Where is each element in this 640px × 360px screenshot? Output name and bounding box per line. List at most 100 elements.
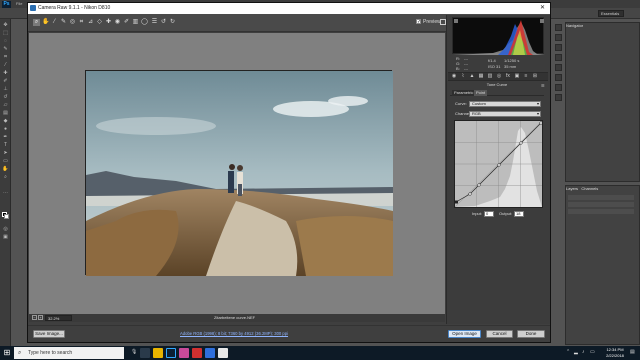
quick-select-tool-icon[interactable]: ✎ — [2, 46, 9, 52]
save-image-button[interactable]: Save Image... — [33, 330, 65, 338]
crop-tool-icon[interactable]: ⌗ — [78, 19, 85, 26]
browser-taskbar-icon[interactable] — [205, 348, 215, 358]
hand-tool-icon[interactable]: ✋ — [42, 19, 49, 26]
red-eye-tool-icon[interactable]: ◉ — [114, 19, 121, 26]
lasso-tool-icon[interactable]: ◌ — [2, 38, 9, 44]
cancel-button[interactable]: Cancel — [486, 330, 513, 338]
swatches-panel-icon[interactable] — [555, 54, 562, 61]
spot-removal-tool-icon[interactable]: ✚ — [105, 19, 112, 26]
preferences-icon[interactable]: ☰ — [151, 19, 158, 26]
zoom-level-select[interactable]: 32.2% — [45, 315, 72, 321]
pen-tool-icon[interactable]: ✒ — [2, 134, 9, 140]
background-color-swatch[interactable] — [4, 214, 9, 219]
camera-calibration-panel-icon[interactable]: ▣ — [514, 73, 520, 79]
basic-panel-icon[interactable]: ◉ — [451, 73, 457, 79]
hsl-panel-icon[interactable]: ▦ — [478, 73, 484, 79]
volume-icon[interactable]: ♪ — [582, 349, 585, 356]
crop-tool-icon[interactable]: ⌗ — [2, 54, 9, 60]
microphone-icon[interactable]: 🎙 — [131, 349, 137, 356]
layers-lock-row[interactable] — [568, 209, 634, 214]
task-view-icon[interactable] — [140, 348, 150, 358]
chrome-taskbar-icon[interactable] — [218, 348, 228, 358]
taskbar-search-input[interactable]: Type here to search — [14, 347, 124, 359]
panel-menu-icon[interactable]: ☰ — [541, 83, 545, 88]
adjustment-brush-tool-icon[interactable]: ✐ — [123, 19, 130, 26]
quick-mask-icon[interactable]: ◎ — [2, 226, 9, 232]
history-brush-tool-icon[interactable]: ↺ — [2, 94, 9, 100]
hand-tool-icon[interactable]: ✋ — [2, 166, 9, 172]
split-toning-panel-icon[interactable]: ▥ — [487, 73, 493, 79]
type-tool-icon[interactable]: T — [2, 142, 9, 148]
eyedropper-tool-icon[interactable]: ⁄ — [2, 62, 9, 68]
tray-date[interactable]: 2/22/2018 — [601, 353, 629, 359]
targeted-adjustment-tool-icon[interactable]: ◎ — [69, 19, 76, 26]
tone-curve-panel-icon[interactable]: ⌇ — [460, 73, 466, 79]
navigator-tab[interactable]: Navigator — [566, 23, 583, 29]
file-explorer-icon[interactable] — [153, 348, 163, 358]
curve-point[interactable] — [477, 183, 481, 187]
radial-filter-tool-icon[interactable]: ◯ — [141, 19, 148, 26]
preview-checkbox[interactable]: ✓ — [416, 19, 421, 25]
photo-preview[interactable] — [85, 70, 393, 276]
curve-preset-select[interactable]: Custom ▾ — [469, 101, 541, 107]
marquee-tool-icon[interactable]: ⬚ — [2, 30, 9, 36]
adjustments-panel-icon[interactable] — [555, 64, 562, 71]
layers-blend-row[interactable] — [568, 202, 634, 207]
zoom-out-button[interactable]: − — [32, 315, 37, 320]
path-select-tool-icon[interactable]: ➤ — [2, 150, 9, 156]
tab-parametric[interactable]: Parametric — [452, 90, 476, 96]
screen-mode-icon[interactable]: ▣ — [2, 234, 9, 240]
dodge-tool-icon[interactable]: ● — [2, 126, 9, 132]
color-panel-icon[interactable] — [555, 44, 562, 51]
curve-point[interactable] — [497, 163, 501, 167]
character-panel-icon[interactable] — [555, 94, 562, 101]
shape-tool-icon[interactable]: ▭ — [2, 158, 9, 164]
network-icon[interactable]: ▂ — [574, 349, 578, 356]
battery-icon[interactable]: ▭ — [590, 349, 595, 356]
layers-tabs[interactable]: Layers Channels — [566, 186, 598, 192]
workspace-select[interactable]: Essentials — [598, 10, 624, 17]
done-button[interactable]: Done — [517, 330, 545, 338]
curve-point[interactable] — [519, 141, 523, 145]
more-tools-icon[interactable]: ⋯ — [2, 190, 9, 196]
media-taskbar-icon[interactable] — [192, 348, 202, 358]
output-field[interactable]: 18 — [514, 211, 524, 217]
color-sampler-tool-icon[interactable]: ✎ — [60, 19, 67, 26]
styles-panel-icon[interactable] — [555, 74, 562, 81]
menu-file[interactable]: File — [16, 1, 22, 6]
healing-tool-icon[interactable]: ✚ — [2, 70, 9, 76]
photoshop-taskbar-icon[interactable] — [166, 348, 176, 358]
rotate-ccw-icon[interactable]: ↺ — [160, 19, 167, 26]
rotate-cw-icon[interactable]: ↻ — [169, 19, 176, 26]
layers-filter-row[interactable] — [568, 195, 634, 200]
graduated-filter-tool-icon[interactable]: ▥ — [132, 19, 139, 26]
history-panel-icon[interactable] — [555, 24, 562, 31]
open-image-button[interactable]: Open Image — [448, 330, 481, 338]
effects-panel-icon[interactable]: fx — [505, 73, 511, 79]
curve-point[interactable] — [468, 192, 472, 196]
paragraph-panel-icon[interactable] — [555, 84, 562, 91]
straighten-tool-icon[interactable]: ⊿ — [87, 19, 94, 26]
move-tool-icon[interactable]: ✥ — [2, 22, 9, 28]
gradient-tool-icon[interactable]: ▤ — [2, 110, 9, 116]
transform-tool-icon[interactable]: ◇ — [96, 19, 103, 26]
tray-chevron-icon[interactable]: ⌃ — [566, 349, 570, 356]
zoom-tool-icon[interactable]: ⌕ — [2, 174, 9, 180]
curve-point-black[interactable] — [455, 200, 458, 204]
curve-point[interactable] — [539, 121, 543, 125]
app-taskbar-icon[interactable] — [179, 348, 189, 358]
tab-point[interactable]: Point — [474, 90, 488, 96]
dialog-close-button[interactable]: ✕ — [540, 4, 545, 13]
tone-curve-graph[interactable] — [454, 120, 543, 208]
zoom-in-button[interactable]: + — [38, 315, 43, 320]
workflow-options-link[interactable]: Adobe RGB (1998); 8 bit; 7360 by 4912 (3… — [180, 331, 288, 337]
stamp-tool-icon[interactable]: ⊥ — [2, 86, 9, 92]
eraser-tool-icon[interactable]: ▱ — [2, 102, 9, 108]
properties-panel-icon[interactable] — [555, 34, 562, 41]
brush-tool-icon[interactable]: ✐ — [2, 78, 9, 84]
notifications-icon[interactable]: ▤ — [630, 349, 635, 356]
zoom-tool-icon[interactable]: ⌕ — [33, 19, 40, 26]
white-balance-tool-icon[interactable]: ⁄ — [51, 19, 58, 26]
input-field[interactable]: 0 — [484, 211, 494, 217]
snapshots-panel-icon[interactable]: ⊞ — [532, 73, 538, 79]
